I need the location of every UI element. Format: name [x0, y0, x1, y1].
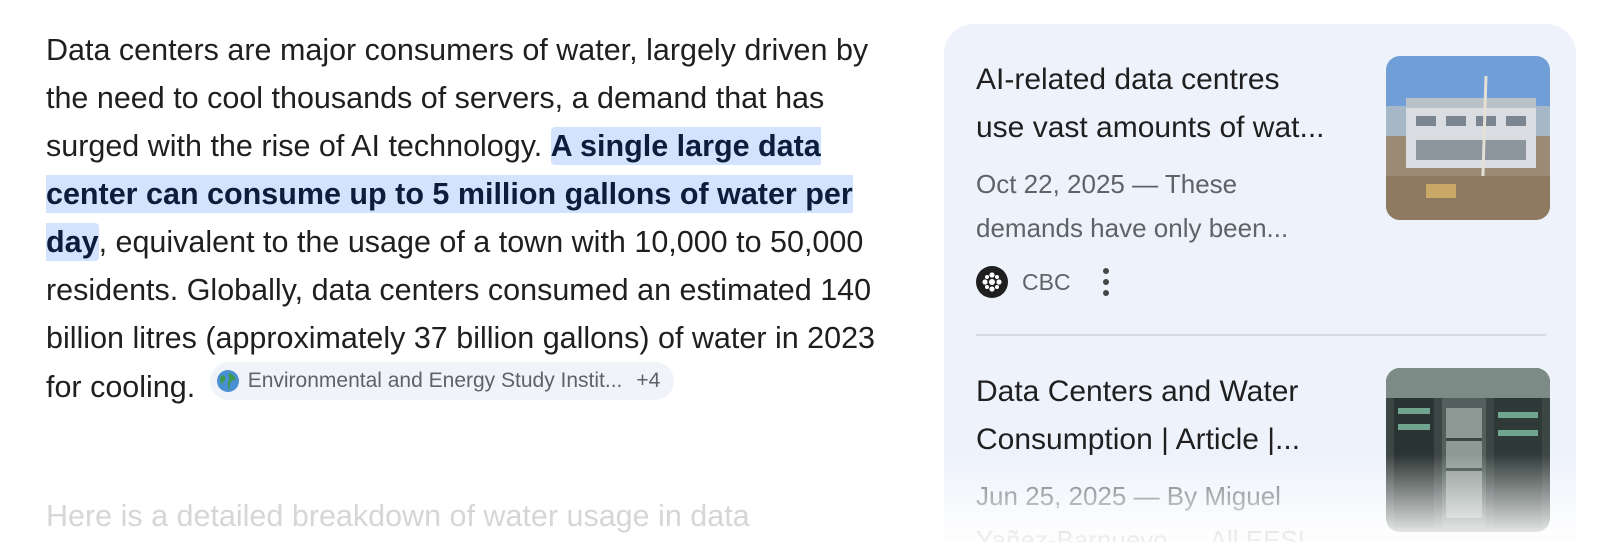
sources-card: AI-related data centres use vast amounts… — [944, 24, 1576, 542]
source-publisher[interactable]: CBC — [976, 266, 1109, 298]
source-item-cbc[interactable]: AI-related data centres use vast amounts… — [976, 56, 1550, 316]
source-snippet-line2: demands have only been... — [976, 213, 1289, 243]
source-chip-count: +4 — [636, 369, 661, 392]
next-paragraph-faded: Here is a detailed breakdown of water us… — [46, 499, 750, 533]
source-title[interactable]: Data Centers and Water Consumption | Art… — [976, 368, 1366, 464]
source-snippet-line1: Oct 22, 2025 — These — [976, 169, 1238, 199]
answer-text-block: Data centers are major consumers of wate… — [46, 26, 876, 411]
source-snippet-line2: Yañez-Barnuevo, ... All EESI... — [976, 525, 1327, 542]
more-options-icon[interactable] — [1102, 268, 1109, 296]
cbc-gem-icon — [976, 266, 1008, 298]
source-snippet: Jun 25, 2025 — By Miguel Yañez-Barnuevo,… — [976, 474, 1366, 542]
source-title-line2: use vast amounts of wat... — [976, 111, 1325, 144]
ai-overview-panel: Data centers are major consumers of wate… — [0, 0, 1620, 542]
source-thumbnail-servers[interactable] — [1386, 368, 1550, 532]
source-title-line1: Data Centers and Water — [976, 375, 1299, 408]
source-item-eesi[interactable]: Data Centers and Water Consumption | Art… — [976, 368, 1550, 542]
server-room-image — [1386, 368, 1550, 532]
globe-icon — [216, 370, 239, 392]
source-snippet: Oct 22, 2025 — These demands have only b… — [976, 162, 1366, 250]
source-title-line1: AI-related data centres — [976, 63, 1280, 96]
construction-site-image — [1386, 56, 1550, 220]
source-divider — [976, 334, 1546, 336]
source-thumbnail-construction[interactable] — [1386, 56, 1550, 220]
source-snippet-line1: Jun 25, 2025 — By Miguel — [976, 481, 1281, 511]
source-chip-label: Environmental and Energy Study Instit... — [247, 369, 623, 392]
source-title-line2: Consumption | Article |... — [976, 423, 1301, 456]
source-title[interactable]: AI-related data centres use vast amounts… — [976, 56, 1366, 152]
publisher-name: CBC — [1022, 268, 1071, 295]
answer-paragraph: Data centers are major consumers of wate… — [46, 26, 876, 411]
source-chip[interactable]: Environmental and Energy Study Instit...… — [209, 362, 675, 400]
